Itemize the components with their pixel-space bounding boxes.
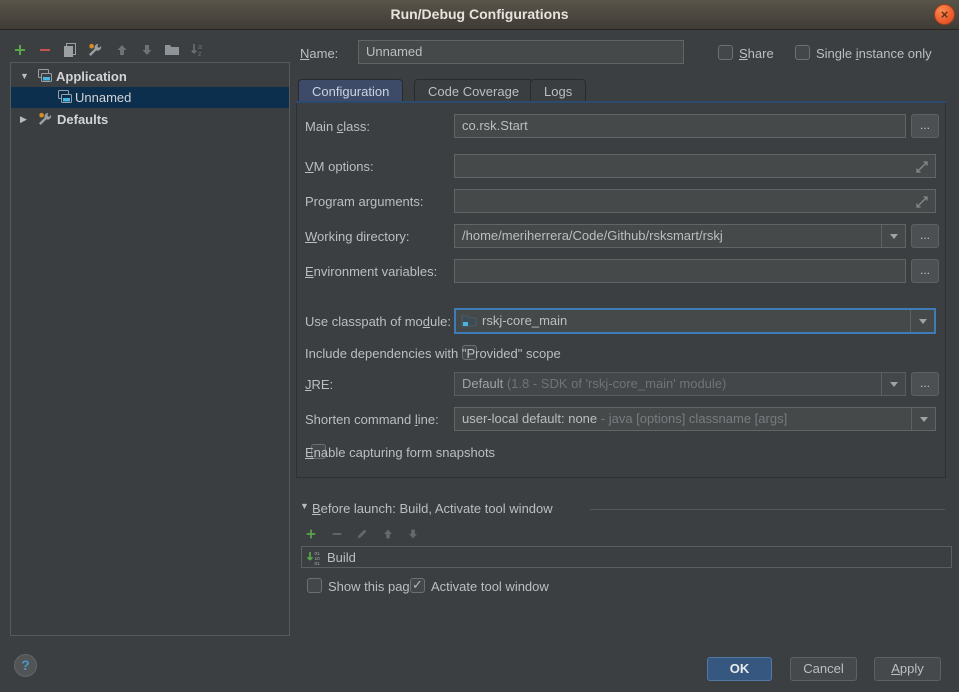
jre-combo[interactable]: Default (1.8 - SDK of 'rskj-core_main' m… (454, 372, 906, 396)
single-instance-label: Single instance only (816, 46, 932, 61)
chevron-down-icon[interactable] (910, 310, 934, 332)
program-arguments-label: Program arguments: (305, 194, 424, 209)
working-directory-label: Working directory: (305, 229, 410, 244)
move-up-icon[interactable] (114, 42, 130, 58)
defaults-icon (37, 111, 53, 127)
environment-variables-browse-button[interactable]: ... (911, 259, 939, 283)
activate-tool-window-label: Activate tool window (431, 579, 549, 594)
tree-item-defaults[interactable]: ▶ Defaults (11, 109, 289, 130)
close-icon[interactable]: × (934, 4, 955, 25)
single-instance-checkbox[interactable] (795, 45, 810, 60)
jre-label: JRE: (305, 377, 333, 392)
expand-field-icon[interactable] (914, 194, 930, 210)
task-move-down-icon[interactable] (406, 527, 420, 541)
use-classpath-label: Use classpath of module: (305, 314, 451, 329)
show-this-page-checkbox[interactable] (307, 578, 322, 593)
create-folder-icon[interactable] (164, 42, 180, 58)
remove-configuration-icon[interactable] (37, 42, 53, 58)
build-task-label: Build (327, 548, 356, 568)
share-checkbox[interactable] (718, 45, 733, 60)
vm-options-label: VM options: (305, 159, 374, 174)
expand-field-icon[interactable] (914, 159, 930, 175)
shorten-command-line-label: Shorten command line: (305, 412, 439, 427)
titlebar[interactable]: Run/Debug Configurations × (0, 0, 959, 30)
move-down-icon[interactable] (139, 42, 155, 58)
main-class-label: Main class: (305, 119, 370, 134)
build-task-icon: 011001 (306, 550, 323, 566)
add-task-icon[interactable] (304, 527, 318, 541)
working-directory-combo[interactable]: /home/meriherrera/Code/Github/rsksmart/r… (454, 224, 906, 248)
copy-configuration-icon[interactable] (62, 42, 78, 58)
add-configuration-icon[interactable] (12, 42, 28, 58)
jre-browse-button[interactable]: ... (911, 372, 939, 396)
run-debug-configurations-dialog: Run/Debug Configurations × az ▼ Applicat… (0, 0, 959, 692)
before-launch-task-row[interactable]: 011001 Build (301, 546, 952, 568)
main-class-browse-button[interactable]: ... (911, 114, 939, 138)
edit-defaults-icon[interactable] (87, 42, 103, 58)
svg-text:a: a (198, 44, 202, 51)
configuration-tab-panel: Main class: co.rsk.Start ... VM options:… (296, 103, 946, 478)
show-this-page-label: Show this page (328, 579, 417, 594)
activate-tool-window-checkbox[interactable] (410, 578, 425, 593)
tab-configuration[interactable]: Configuration (298, 79, 403, 103)
tree-item-application[interactable]: ▼ Application (11, 66, 289, 87)
program-arguments-input[interactable] (454, 189, 936, 213)
tree-item-unnamed-selected[interactable]: Unnamed (11, 87, 289, 108)
name-input[interactable]: Unnamed (358, 40, 684, 64)
vm-options-input[interactable] (454, 154, 936, 178)
configurations-tree: ▼ Application Unnamed ▶ Defaults (10, 62, 290, 636)
remove-task-icon[interactable] (330, 527, 344, 541)
task-move-up-icon[interactable] (381, 527, 395, 541)
module-icon (461, 313, 477, 329)
expand-arrow-icon[interactable]: ▶ (20, 109, 27, 130)
ok-button[interactable]: OK (707, 657, 772, 681)
chevron-down-icon[interactable] (911, 408, 935, 430)
svg-text:z: z (198, 51, 202, 58)
before-launch-header: Before launch: Build, Activate tool wind… (312, 501, 553, 516)
tab-code-coverage[interactable]: Code Coverage (414, 79, 533, 103)
cancel-button[interactable]: Cancel (790, 657, 857, 681)
chevron-down-icon[interactable] (881, 225, 905, 247)
before-launch-collapse-icon[interactable]: ▼ (300, 501, 309, 511)
edit-task-icon[interactable] (355, 527, 369, 541)
enable-capturing-label: Enable capturing form snapshots (305, 445, 495, 460)
dialog-title: Run/Debug Configurations (0, 6, 959, 22)
include-dependencies-label: Include dependencies with "Provided" sco… (305, 346, 561, 361)
use-classpath-value: rskj-core_main (482, 310, 567, 332)
apply-button[interactable]: Apply (874, 657, 941, 681)
tree-item-label: Unnamed (75, 87, 131, 108)
main-class-input[interactable]: co.rsk.Start (454, 114, 906, 138)
tree-item-label: Defaults (57, 109, 108, 130)
help-icon[interactable]: ? (14, 654, 37, 677)
svg-text:01: 01 (315, 561, 321, 566)
collapse-arrow-icon[interactable]: ▼ (20, 66, 29, 87)
share-label: Share (739, 46, 774, 61)
sort-configurations-icon[interactable]: az (190, 42, 206, 58)
working-directory-browse-button[interactable]: ... (911, 224, 939, 248)
environment-variables-input[interactable] (454, 259, 906, 283)
environment-variables-label: Environment variables: (305, 264, 437, 279)
tab-logs[interactable]: Logs (530, 79, 586, 103)
tree-item-label: Application (56, 66, 127, 87)
application-type-icon (37, 68, 53, 84)
use-classpath-combo[interactable]: rskj-core_main (454, 308, 936, 334)
before-launch-separator (590, 509, 945, 510)
shorten-command-line-combo[interactable]: user-local default: none - java [options… (454, 407, 936, 431)
chevron-down-icon[interactable] (881, 373, 905, 395)
name-label: Name: (300, 46, 338, 61)
application-type-icon (57, 89, 73, 105)
